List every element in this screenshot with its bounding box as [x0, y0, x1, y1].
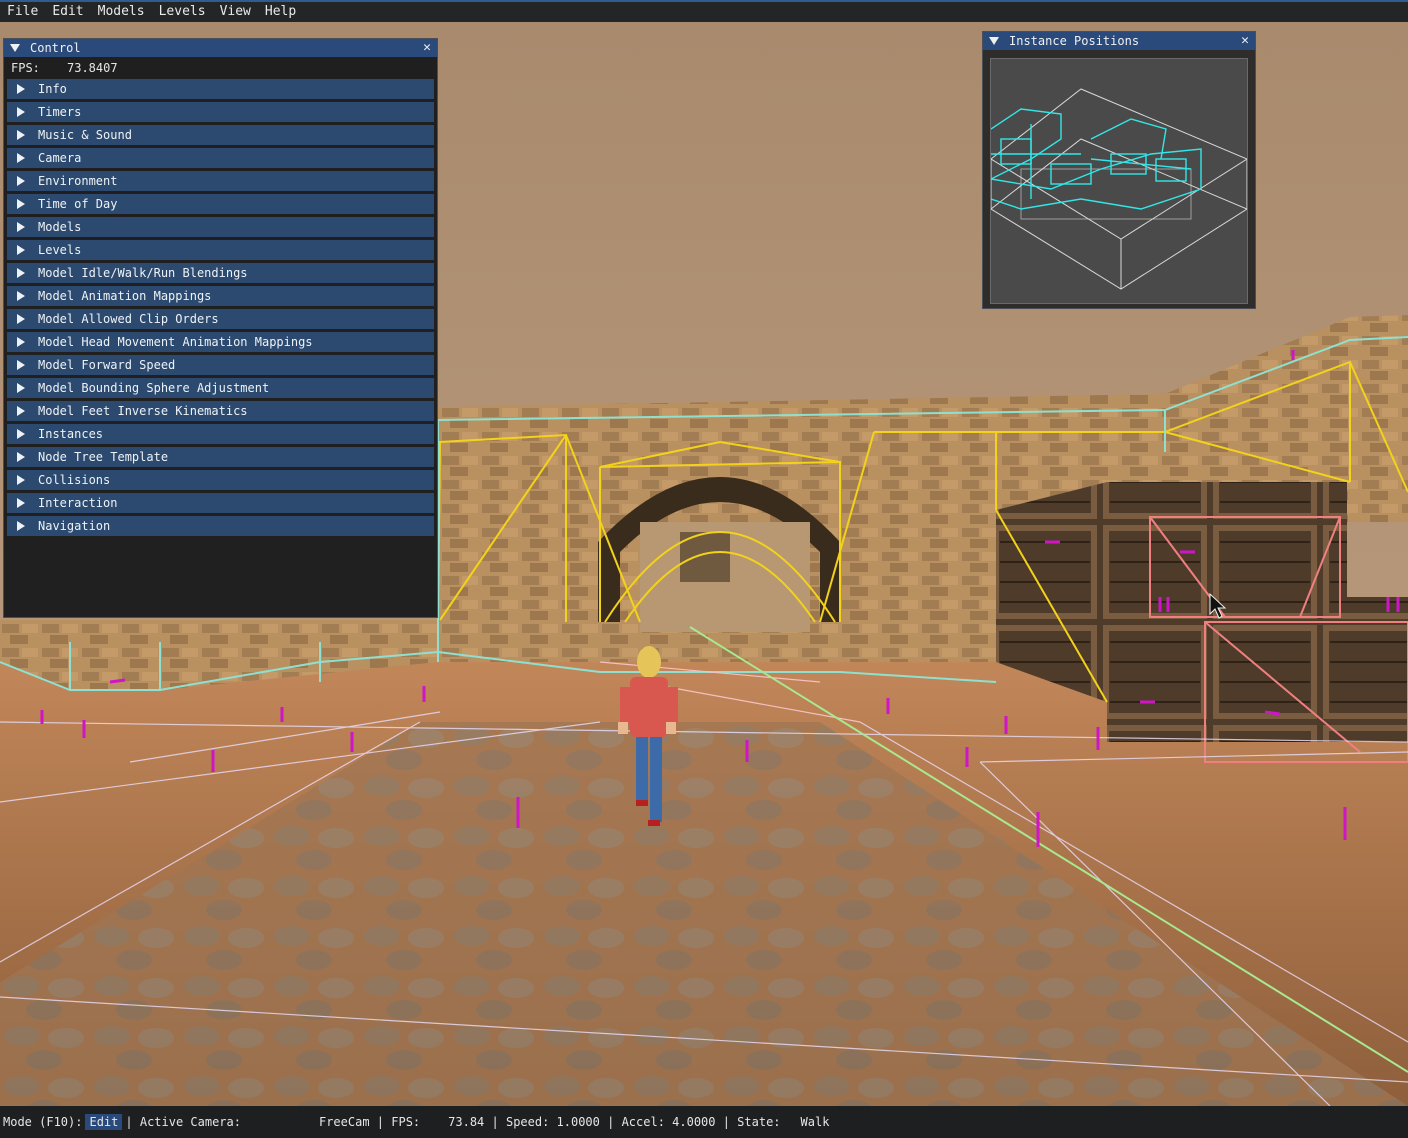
expand-arrow-icon [17, 337, 25, 347]
close-icon[interactable]: ✕ [1241, 32, 1249, 50]
fps-value: 73.8407 [67, 61, 118, 75]
section-label: Navigation [38, 519, 111, 533]
section-timers[interactable]: Timers [7, 102, 434, 122]
mode-label: Mode (F10): [3, 1115, 83, 1129]
expand-arrow-icon [17, 452, 25, 462]
expand-arrow-icon [17, 268, 25, 278]
menu-levels[interactable]: Levels [152, 2, 213, 22]
status-state-value: Walk [800, 1115, 830, 1129]
section-camera[interactable]: Camera [7, 148, 434, 168]
fps-label: FPS: [11, 61, 40, 75]
section-environment[interactable]: Environment [7, 171, 434, 191]
expand-arrow-icon [17, 84, 25, 94]
control-sections: Info Timers Music & Sound Camera Environ… [4, 79, 437, 536]
section-feet-inverse-kinematics[interactable]: Model Feet Inverse Kinematics [7, 401, 434, 421]
expand-arrow-icon [17, 383, 25, 393]
section-models[interactable]: Models [7, 217, 434, 237]
section-label: Model Idle/Walk/Run Blendings [38, 266, 248, 280]
menu-file[interactable]: File [0, 2, 45, 22]
section-interaction[interactable]: Interaction [7, 493, 434, 513]
section-label: Node Tree Template [38, 450, 169, 464]
close-icon[interactable]: ✕ [423, 39, 431, 57]
expand-arrow-icon [17, 314, 25, 324]
section-instances[interactable]: Instances [7, 424, 434, 444]
section-label: Model Head Movement Animation Mappings [38, 335, 313, 349]
section-label: Model Feet Inverse Kinematics [38, 404, 248, 418]
collapse-triangle-icon[interactable] [10, 44, 20, 52]
status-fps-value: 73.84 [448, 1115, 485, 1129]
fps-readout: FPS: 73.8407 [4, 57, 437, 79]
active-camera-value: FreeCam [318, 1115, 370, 1129]
status-accel: | Accel: 4.0000 [607, 1115, 716, 1129]
menu-edit[interactable]: Edit [45, 2, 90, 22]
control-window-titlebar[interactable]: Control ✕ [4, 39, 437, 57]
section-label: Camera [38, 151, 82, 165]
expand-arrow-icon [17, 475, 25, 485]
section-label: Info [38, 82, 67, 96]
section-idle-walk-run-blendings[interactable]: Model Idle/Walk/Run Blendings [7, 263, 434, 283]
instance-minimap[interactable] [990, 58, 1249, 304]
expand-arrow-icon [17, 406, 25, 416]
control-window[interactable]: Control ✕ FPS: 73.8407 Info Timers Music… [3, 38, 438, 618]
menu-bar: File Edit Models Levels View Help [0, 0, 1408, 22]
status-speed: | Speed: 1.0000 [491, 1115, 600, 1129]
section-music-sound[interactable]: Music & Sound [7, 125, 434, 145]
section-time-of-day[interactable]: Time of Day [7, 194, 434, 214]
section-info[interactable]: Info [7, 79, 434, 99]
expand-arrow-icon [17, 199, 25, 209]
expand-arrow-icon [17, 360, 25, 370]
expand-arrow-icon [17, 498, 25, 508]
control-window-title: Control [30, 41, 81, 55]
section-label: Model Animation Mappings [38, 289, 212, 303]
section-levels[interactable]: Levels [7, 240, 434, 260]
section-navigation[interactable]: Navigation [7, 516, 434, 536]
expand-arrow-icon [17, 130, 25, 140]
section-label: Model Forward Speed [38, 358, 176, 372]
minimap-wireframe [990, 88, 1249, 290]
section-collisions[interactable]: Collisions [7, 470, 434, 490]
expand-arrow-icon [17, 291, 25, 301]
section-label: Collisions [38, 473, 111, 487]
section-node-tree-template[interactable]: Node Tree Template [7, 447, 434, 467]
status-bar: Mode (F10): Edit | Active Camera: FreeCa… [0, 1106, 1408, 1138]
section-label: Music & Sound [38, 128, 132, 142]
section-label: Model Bounding Sphere Adjustment [38, 381, 270, 395]
section-allowed-clip-orders[interactable]: Model Allowed Clip Orders [7, 309, 434, 329]
instance-window-titlebar[interactable]: Instance Positions ✕ [983, 32, 1255, 50]
expand-arrow-icon [17, 429, 25, 439]
section-label: Timers [38, 105, 82, 119]
section-bounding-sphere-adjustment[interactable]: Model Bounding Sphere Adjustment [7, 378, 434, 398]
section-label: Interaction [38, 496, 118, 510]
instance-window-title: Instance Positions [1009, 34, 1140, 48]
expand-arrow-icon [17, 245, 25, 255]
section-label: Environment [38, 174, 118, 188]
expand-arrow-icon [17, 176, 25, 186]
expand-arrow-icon [17, 107, 25, 117]
section-label: Time of Day [38, 197, 118, 211]
active-camera-label: | Active Camera: [125, 1115, 241, 1129]
expand-arrow-icon [17, 521, 25, 531]
status-state-label: | State: [722, 1115, 781, 1129]
expand-arrow-icon [17, 222, 25, 232]
section-label: Instances [38, 427, 104, 441]
section-label: Model Allowed Clip Orders [38, 312, 219, 326]
menu-models[interactable]: Models [91, 2, 152, 22]
section-head-movement-mappings[interactable]: Model Head Movement Animation Mappings [7, 332, 434, 352]
mode-value: Edit [85, 1114, 123, 1130]
section-label: Models [38, 220, 82, 234]
instance-positions-window[interactable]: Instance Positions ✕ [982, 31, 1256, 309]
menu-view[interactable]: View [213, 2, 258, 22]
menu-help[interactable]: Help [258, 2, 303, 22]
collapse-triangle-icon[interactable] [989, 37, 999, 45]
section-animation-mappings[interactable]: Model Animation Mappings [7, 286, 434, 306]
section-forward-speed[interactable]: Model Forward Speed [7, 355, 434, 375]
expand-arrow-icon [17, 153, 25, 163]
section-label: Levels [38, 243, 82, 257]
status-fps-label: | FPS: [376, 1115, 421, 1129]
